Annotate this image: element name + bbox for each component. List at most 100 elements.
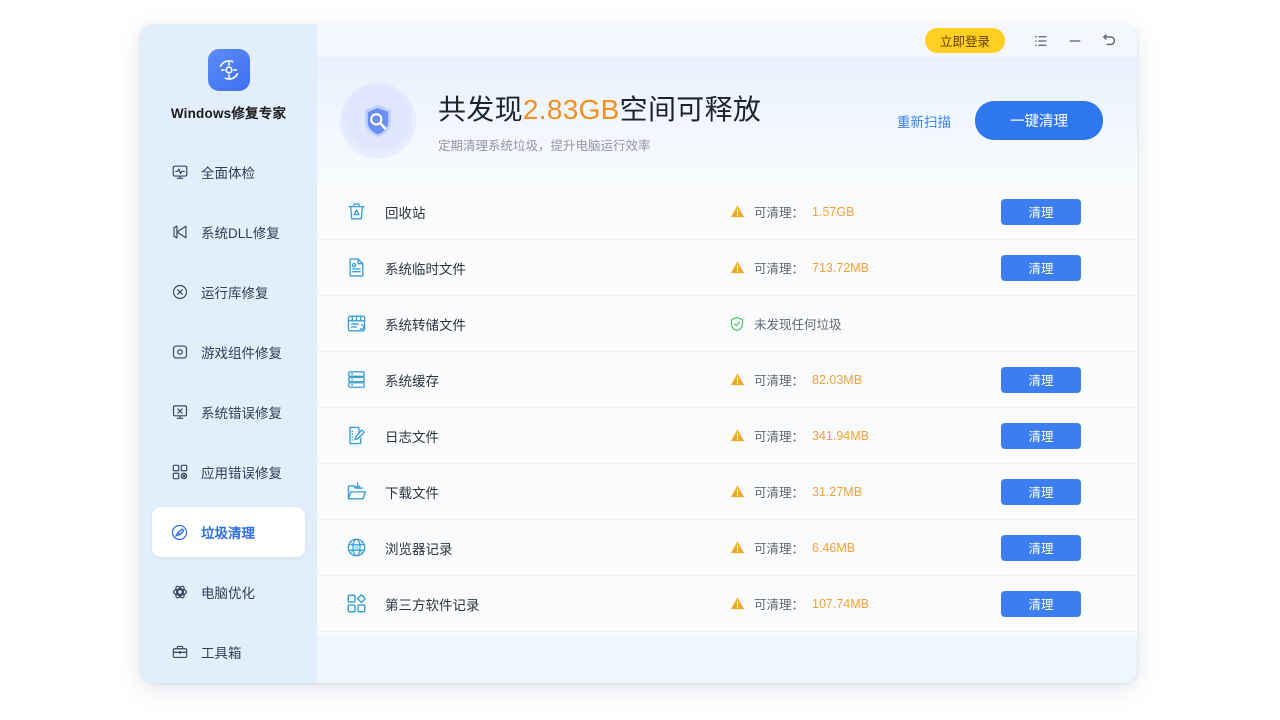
row-status: 可清理： 6.46MB (729, 538, 1001, 557)
sidebar-item-toolbox[interactable]: 工具箱 (152, 627, 305, 677)
page-title: 共发现2.83GB空间可释放 (438, 88, 897, 128)
minimize-icon[interactable] (1061, 28, 1089, 54)
sidebar-item-game-components[interactable]: 游戏组件修复 (152, 327, 305, 377)
sidebar-item-junk-clean[interactable]: 垃圾清理 (152, 507, 305, 557)
status-label: 未发现任何垃圾 (754, 314, 842, 333)
row-action: 清理 (1001, 591, 1137, 617)
toolbox-icon (170, 643, 189, 662)
status-label: 可清理： (754, 426, 804, 445)
warning-triangle-icon (729, 596, 745, 612)
clean-all-button[interactable]: 一键清理 (975, 101, 1103, 140)
scan-result-header: 共发现2.83GB空间可释放 定期清理系统垃圾，提升电脑运行效率 重新扫描 一键… (317, 57, 1137, 184)
clean-button[interactable]: 清理 (1001, 591, 1081, 617)
browser-globe-icon (343, 535, 369, 561)
table-row[interactable]: 日志文件 可清理： 341.94MB 清理 (317, 408, 1137, 464)
row-action: 清理 (1001, 423, 1137, 449)
status-label: 可清理： (754, 202, 804, 221)
clean-button[interactable]: 清理 (1001, 423, 1081, 449)
sidebar-item-label: 运行库修复 (201, 282, 269, 302)
status-label: 可清理： (754, 258, 804, 277)
app-logo-icon (208, 49, 250, 91)
titlebar: 立即登录 (317, 24, 1137, 57)
row-name: 下载文件 (385, 482, 729, 502)
brand-name: Windows修复专家 (140, 102, 317, 122)
sidebar-nav: 全面体检 系统DLL修复 运行库修复 (140, 147, 317, 677)
warning-triangle-icon (729, 260, 745, 276)
undo-restore-icon[interactable] (1095, 28, 1123, 54)
apps-error-icon (170, 463, 189, 482)
title-prefix: 共发现 (438, 94, 523, 125)
status-label: 可清理： (754, 482, 804, 501)
row-action: 清理 (1001, 479, 1137, 505)
sidebar-item-full-checkup[interactable]: 全面体检 (152, 147, 305, 197)
warning-triangle-icon (729, 484, 745, 500)
sidebar-item-pc-optimize[interactable]: 电脑优化 (152, 567, 305, 617)
login-button[interactable]: 立即登录 (925, 28, 1005, 53)
runtime-circle-x-icon (170, 283, 189, 302)
title-suffix: 空间可释放 (620, 94, 762, 125)
sidebar-item-runtime-repair[interactable]: 运行库修复 (152, 267, 305, 317)
row-status: 可清理： 107.74MB (729, 594, 1001, 613)
table-row[interactable]: 回收站 可清理： 1.57GB 清理 (317, 184, 1137, 240)
clean-button[interactable]: 清理 (1001, 479, 1081, 505)
sidebar-item-label: 垃圾清理 (201, 522, 255, 542)
sidebar-item-system-error-repair[interactable]: 系统错误修复 (152, 387, 305, 437)
row-name: 回收站 (385, 202, 729, 222)
clean-button[interactable]: 清理 (1001, 367, 1081, 393)
clean-button[interactable]: 清理 (1001, 255, 1081, 281)
download-folder-icon (343, 479, 369, 505)
row-action: 清理 (1001, 199, 1137, 225)
app-window: Windows修复专家 全面体检 (140, 24, 1137, 683)
sidebar-item-label: 系统错误修复 (201, 402, 282, 422)
clean-button[interactable]: 清理 (1001, 535, 1081, 561)
table-row[interactable]: 系统临时文件 可清理： 713.72MB 清理 (317, 240, 1137, 296)
row-status: 未发现任何垃圾 (729, 314, 1001, 333)
row-status: 可清理： 31.27MB (729, 482, 1001, 501)
shield-search-icon (340, 83, 416, 159)
status-label: 可清理： (754, 370, 804, 389)
atom-optimize-icon (170, 583, 189, 602)
sidebar: Windows修复专家 全面体检 (140, 24, 317, 683)
row-name: 浏览器记录 (385, 538, 729, 558)
monitor-x-icon (170, 403, 189, 422)
status-size: 1.57GB (812, 205, 854, 219)
status-size: 107.74MB (812, 597, 869, 611)
row-name: 第三方软件记录 (385, 594, 729, 614)
cache-server-icon (343, 367, 369, 393)
row-name: 系统转储文件 (385, 314, 729, 334)
rescan-link[interactable]: 重新扫描 (897, 111, 951, 131)
sidebar-item-app-error-repair[interactable]: 应用错误修复 (152, 447, 305, 497)
junk-list: 回收站 可清理： 1.57GB 清理 (317, 184, 1137, 636)
row-name: 系统缓存 (385, 370, 729, 390)
table-row[interactable]: 浏览器记录 可清理： 6.46MB 清理 (317, 520, 1137, 576)
broom-clean-icon (170, 523, 189, 542)
releasable-amount: 2.83GB (523, 94, 620, 125)
warning-triangle-icon (729, 204, 745, 220)
log-pencil-icon (343, 423, 369, 449)
sidebar-item-dll-repair[interactable]: 系统DLL修复 (152, 207, 305, 257)
monitor-pulse-icon (170, 163, 189, 182)
table-row[interactable]: 第三方软件记录 可清理： 107.74MB 清理 (317, 576, 1137, 632)
list-footer (317, 636, 1137, 683)
table-row[interactable]: 系统缓存 可清理： 82.03MB 清理 (317, 352, 1137, 408)
row-action: 清理 (1001, 255, 1137, 281)
sidebar-item-label: 电脑优化 (201, 582, 255, 602)
clean-button[interactable]: 清理 (1001, 199, 1081, 225)
temp-file-icon (343, 255, 369, 281)
row-status: 可清理： 713.72MB (729, 258, 1001, 277)
sidebar-item-label: 全面体检 (201, 162, 255, 182)
hero-text: 共发现2.83GB空间可释放 定期清理系统垃圾，提升电脑运行效率 (438, 88, 897, 154)
table-row[interactable]: 系统转储文件 未发现任何垃圾 (317, 296, 1137, 352)
dump-file-icon (343, 311, 369, 337)
table-row[interactable]: 下载文件 可清理： 31.27MB 清理 (317, 464, 1137, 520)
dll-repair-icon (170, 223, 189, 242)
sidebar-item-label: 游戏组件修复 (201, 342, 282, 362)
status-label: 可清理： (754, 594, 804, 613)
third-party-apps-icon (343, 591, 369, 617)
status-size: 6.46MB (812, 541, 855, 555)
status-label: 可清理： (754, 538, 804, 557)
row-status: 可清理： 341.94MB (729, 426, 1001, 445)
warning-triangle-icon (729, 540, 745, 556)
brand: Windows修复专家 (140, 24, 317, 122)
list-menu-icon[interactable] (1027, 28, 1055, 54)
